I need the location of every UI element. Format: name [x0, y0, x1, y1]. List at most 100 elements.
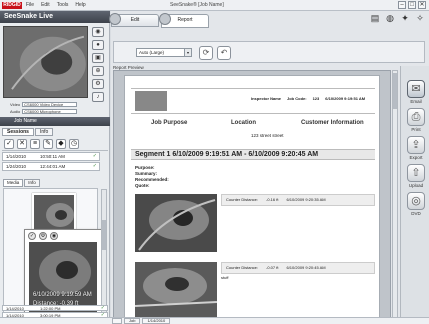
report-page: Inspector Name Job Code: 123 6/10/2009 9… — [124, 75, 380, 323]
session-check-icon[interactable]: ✓ — [101, 306, 105, 311]
main-tabs: Edit Report — [109, 12, 209, 39]
save-icon[interactable]: ▤ — [370, 13, 380, 24]
settings-icon[interactable]: ⚙ — [92, 79, 104, 89]
tab-media-info[interactable]: Info — [24, 179, 40, 187]
dvd-icon: ◎ — [407, 192, 425, 210]
segment-fields: Purpose: Summary: Recommended: Quote: — [135, 165, 169, 189]
session-check-icon[interactable]: ✓ — [93, 153, 97, 160]
report-template-value: Auto (Large) — [139, 50, 165, 55]
globe-icon[interactable]: ◍ — [385, 13, 395, 24]
dvd-action[interactable]: ◎ DVD — [404, 192, 428, 216]
title-bar: RIDGID File Edit Tools Help SeeSnake® [J… — [0, 0, 429, 11]
list-icon[interactable]: ≡ — [30, 138, 40, 149]
menu-edit[interactable]: Edit — [41, 2, 50, 8]
tab-report-label: Report — [177, 17, 193, 23]
tools-icon[interactable]: ✧ — [415, 13, 425, 24]
wrench-icon[interactable]: ✦ — [400, 13, 410, 24]
tab-media[interactable]: Media — [3, 179, 24, 187]
live-controls: ◉ ● ▣ ⊕ ⚙ ♪ — [92, 27, 104, 102]
zoom-icon[interactable]: ⊕ — [92, 66, 104, 76]
audio-source-select[interactable]: CS6000 Microphone — [22, 109, 78, 114]
tag-icon[interactable]: ◆ — [56, 138, 66, 149]
gear-icon[interactable]: ⚙ — [39, 232, 47, 240]
email-action[interactable]: ✉ Email — [404, 80, 428, 104]
observation-row: Counter Distance: -0.16 ft 6/10/2009 9:2… — [135, 194, 375, 256]
report-actions: ✉ Email ⎙ Print ⇪ Export ⇧ Upload ◎ DVD — [400, 66, 429, 324]
tab-sessions[interactable]: Sessions — [2, 128, 34, 136]
session-row[interactable]: 1/24/2010 12:44:01 AM ✓ — [2, 162, 100, 171]
inspector-name: Inspector Name — [251, 96, 282, 101]
report-icon — [159, 13, 171, 25]
media-gallery: ✓ ⚙ ◉ 6/10/2009 9:19:59 AM Distance: -0.… — [3, 188, 102, 315]
snapshot-icon[interactable]: ▣ — [92, 53, 104, 63]
audio-source-row: Audio CS6000 Microphone — [10, 109, 78, 114]
main-toolbar-icons: ▤ ◍ ✦ ✧ — [370, 13, 425, 24]
tab-report[interactable]: Report — [159, 13, 209, 28]
report-preview-frame: Inspector Name Job Code: 123 6/10/2009 9… — [113, 70, 391, 324]
media-tabs: Media Info — [3, 179, 40, 187]
session-time: 12:44:01 AM — [40, 164, 66, 169]
observation-image — [135, 194, 217, 252]
session-date: 1/14/2010 — [6, 154, 27, 159]
chevron-down-icon[interactable]: ▾ — [184, 49, 191, 56]
close-button[interactable]: ✕ — [418, 1, 426, 9]
window-title: SeeSnake® [Job Name] — [170, 2, 224, 8]
status-tab[interactable] — [112, 318, 122, 324]
counter-distance: -0.07 ft — [266, 265, 279, 270]
delete-icon[interactable]: ✕ — [17, 138, 27, 149]
status-tab-job[interactable]: Job — [124, 318, 141, 324]
observation-meta: Counter Distance: -0.07 ft 6/10/2009 9:2… — [221, 262, 375, 274]
camera-icon[interactable]: ◉ — [92, 27, 104, 37]
media-scrollbar[interactable] — [101, 189, 107, 313]
minimize-button[interactable]: ‒ — [398, 1, 406, 9]
counter-label: Counter Distance: — [226, 197, 259, 202]
export-action[interactable]: ⇪ Export — [404, 136, 428, 160]
media-thumbnail[interactable] — [32, 193, 76, 231]
report-header-fields: Inspector Name Job Code: 123 6/10/2009 9… — [251, 96, 365, 101]
edit-icon — [109, 13, 121, 25]
tab-edit[interactable]: Edit — [109, 13, 159, 27]
status-tab-date[interactable]: 1/14/2010 — [142, 318, 171, 324]
undo-icon[interactable]: ↶ — [217, 46, 231, 60]
pipe-video-image — [4, 27, 87, 97]
record-icon[interactable]: ● — [92, 40, 104, 50]
print-label: Print — [411, 127, 421, 132]
dvd-label: DVD — [411, 211, 421, 216]
tab-edit-label: Edit — [130, 17, 140, 23]
segment-heading: Segment 1 6/10/2009 9:19:51 AM - 6/10/20… — [131, 149, 375, 160]
session-time: 1:22:00 PM — [40, 306, 61, 311]
scroll-thumb[interactable] — [102, 220, 106, 250]
menu-file[interactable]: File — [26, 2, 34, 8]
thumbnail-image — [34, 195, 74, 229]
clock-icon[interactable]: ◷ — [69, 138, 79, 149]
menu-tools[interactable]: Tools — [57, 2, 69, 8]
media-thumbnail-selected[interactable]: ✓ ⚙ ◉ 6/10/2009 9:19:59 AM Distance: -0.… — [24, 229, 102, 315]
pipe-image — [135, 194, 217, 252]
check-icon[interactable]: ✓ — [28, 232, 36, 240]
job-tabs: Sessions Info — [2, 128, 54, 136]
report-template-select[interactable]: Auto (Large) ▾ — [136, 48, 192, 57]
print-icon: ⎙ — [407, 108, 425, 126]
video-label: Video — [10, 102, 21, 107]
report-toolbar: Auto (Large) ▾ ⟳ ↶ — [113, 41, 425, 63]
menu-help[interactable]: Help — [75, 2, 85, 8]
upload-action[interactable]: ⇧ Upload — [404, 164, 428, 188]
video-source-select[interactable]: CS6000 Video Device — [22, 102, 78, 107]
session-check-icon[interactable]: ✓ — [93, 163, 97, 170]
note-icon[interactable]: ✎ — [43, 138, 53, 149]
check-icon[interactable]: ✓ — [4, 138, 14, 149]
audio-icon[interactable]: ♪ — [92, 92, 104, 102]
session-row[interactable]: 1/14/2010 10:50:11 AM ✓ — [2, 152, 100, 161]
maximize-button[interactable]: □ — [408, 1, 416, 9]
tab-info[interactable]: Info — [34, 128, 54, 136]
thumbnail-icons: ✓ ⚙ ◉ — [28, 232, 58, 240]
report-scrollbar[interactable] — [392, 70, 398, 324]
refresh-icon[interactable]: ⟳ — [199, 46, 213, 60]
print-action[interactable]: ⎙ Print — [404, 108, 428, 132]
counter-distance: -0.16 ft — [266, 197, 279, 202]
observation-note: stuff — [221, 275, 229, 280]
app-logo: RIDGID — [2, 2, 22, 9]
camera-icon[interactable]: ◉ — [50, 232, 58, 240]
session-row[interactable]: 1/14/2010 1:22:00 PM ✓ — [2, 305, 108, 311]
scroll-thumb[interactable] — [393, 73, 397, 109]
